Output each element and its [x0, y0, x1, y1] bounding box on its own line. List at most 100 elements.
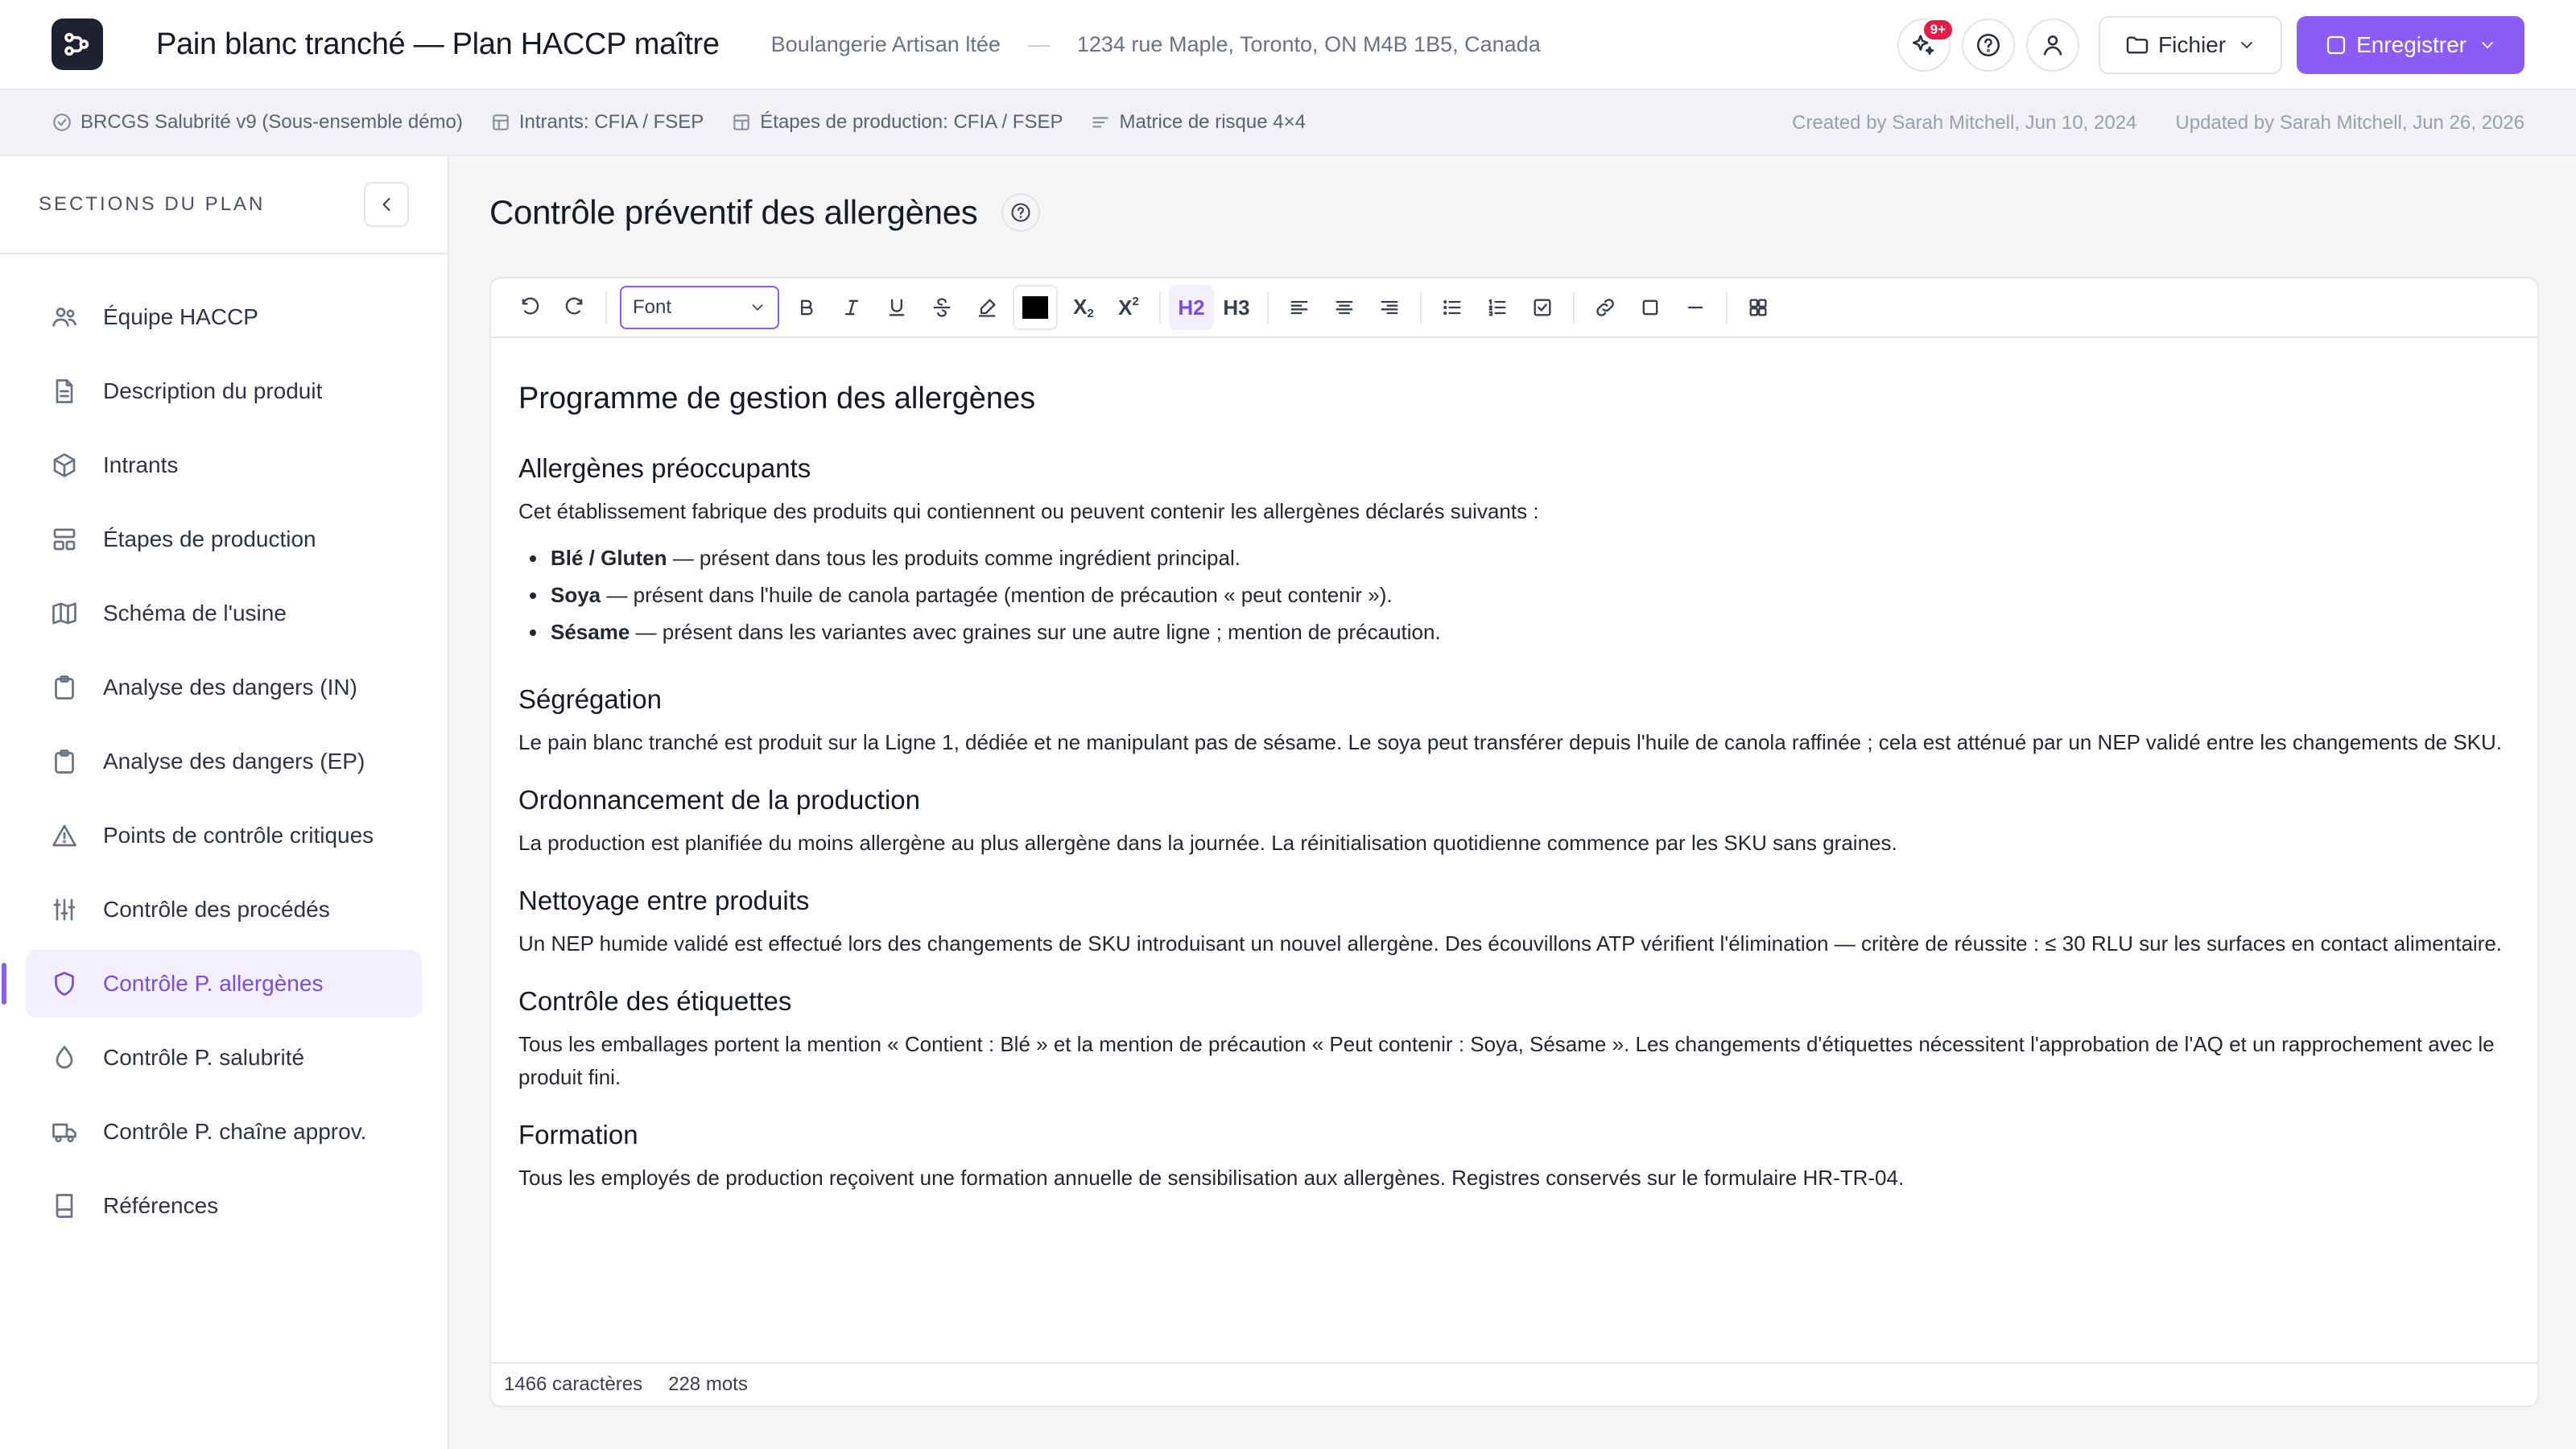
word-count: 228 mots: [668, 1373, 748, 1395]
sidebar-item-etapes-production[interactable]: Étapes de production: [26, 506, 422, 573]
sidebar-item-controle-procedes[interactable]: Contrôle des procédés: [26, 876, 422, 943]
subscript-icon: X2: [1073, 295, 1094, 320]
section-heading-allergenes: Allergènes préoccupants: [518, 453, 811, 483]
ai-assistant-button[interactable]: 9+: [1897, 19, 1955, 72]
plan-sections-sidebar: SECTIONS DU PLAN Équipe HACCP Descriptio…: [0, 156, 449, 1449]
meta-audit: Created by Sarah Mitchell, Jun 10, 2024 …: [1792, 90, 2524, 156]
steps-icon: [53, 528, 76, 551]
align-left-button[interactable]: [1277, 285, 1322, 330]
horizontal-rule-icon: [1687, 306, 1703, 309]
highlight-button[interactable]: [964, 285, 1009, 330]
meta-steps[interactable]: Étapes de production: CFIA / FSEP: [731, 111, 1063, 134]
collapse-sidebar-button[interactable]: [364, 182, 409, 227]
font-select-value: Font: [633, 296, 672, 318]
paragraph-nettoyage: Un NEP humide validé est effectué lors d…: [518, 931, 2503, 956]
sliders-icon: [53, 898, 76, 921]
sidebar-item-label: Contrôle P. allergènes: [103, 971, 324, 996]
numbered-list-icon: [1488, 299, 1506, 316]
section-heading-nettoyage: Nettoyage entre produits: [518, 886, 810, 915]
redo-icon: [565, 297, 583, 315]
sidebar-item-label: Contrôle P. salubrité: [103, 1045, 305, 1070]
sidebar-item-label: Références: [103, 1193, 219, 1218]
sidebar-item-label: Intrants: [103, 452, 179, 477]
help-button[interactable]: [1962, 19, 2016, 72]
heading-2-button[interactable]: H2: [1169, 285, 1214, 330]
sidebar-item-controle-chaine-approv[interactable]: Contrôle P. chaîne approv.: [26, 1098, 422, 1166]
italic-button[interactable]: [829, 285, 874, 330]
sidebar-item-schema-usine[interactable]: Schéma de l'usine: [26, 580, 422, 647]
redo-button[interactable]: [552, 285, 597, 330]
align-center-button[interactable]: [1322, 285, 1367, 330]
shield-icon: [55, 972, 74, 996]
allergen-text: — présent dans les variantes avec graine…: [630, 620, 1441, 644]
link-button[interactable]: [1583, 285, 1628, 330]
sidebar-item-analyse-dangers-in[interactable]: Analyse des dangers (IN): [26, 654, 422, 721]
company-address: 1234 rue Maple, Toronto, ON M4B 1B5, Can…: [1076, 31, 1541, 56]
font-select[interactable]: Font: [620, 286, 779, 329]
sidebar-item-controle-salubrite[interactable]: Contrôle P. salubrité: [26, 1024, 422, 1092]
text-color-swatch: [1022, 296, 1048, 319]
strikethrough-button[interactable]: [919, 285, 964, 330]
grid-icon: [493, 114, 509, 130]
square-icon: [1642, 299, 1658, 316]
app-logo[interactable]: [52, 19, 103, 70]
sidebar-item-label: Contrôle P. chaîne approv.: [103, 1119, 367, 1144]
chevron-down-icon: [2241, 42, 2252, 48]
sidebar-item-label: Analyse des dangers (EP): [103, 749, 365, 774]
box-button[interactable]: [1628, 285, 1673, 330]
sidebar-title: SECTIONS DU PLAN: [39, 193, 266, 215]
save-button[interactable]: Enregistrer: [2297, 16, 2524, 74]
sidebar-item-references[interactable]: Références: [26, 1172, 422, 1240]
lines-icon: [1092, 117, 1109, 128]
text-color-button[interactable]: [1013, 285, 1058, 330]
underline-button[interactable]: [874, 285, 919, 330]
heading-3-button[interactable]: H3: [1214, 285, 1259, 330]
users-icon: [52, 308, 76, 327]
superscript-button[interactable]: X2: [1106, 285, 1151, 330]
subscript-button[interactable]: X2: [1061, 285, 1106, 330]
allergen-text: — présent dans l'huile de canola partagé…: [601, 583, 1393, 607]
checklist-button[interactable]: [1520, 285, 1565, 330]
sidebar-item-analyse-dangers-ep[interactable]: Analyse des dangers (EP): [26, 728, 422, 795]
truck-icon: [52, 1123, 76, 1143]
clipboard-icon: [55, 749, 74, 774]
meta-matrix[interactable]: Matrice de risque 4×4: [1090, 111, 1306, 134]
paragraph-formation: Tous les employés de production reçoiven…: [518, 1166, 1905, 1190]
numbered-list-button[interactable]: [1475, 285, 1520, 330]
allergen-name: Soya: [551, 583, 601, 607]
meta-steps-label: Étapes de production: CFIA / FSEP: [760, 111, 1063, 133]
user-menu-button[interactable]: [2026, 19, 2080, 72]
meta-standard[interactable]: BRCGS Salubrité v9 (Sous-ensemble démo): [52, 111, 463, 134]
created-by: Created by Sarah Mitchell, Jun 10, 2024: [1792, 112, 2137, 134]
warning-icon: [52, 824, 76, 847]
insert-table-button[interactable]: [1736, 285, 1781, 330]
bold-button[interactable]: [784, 285, 829, 330]
sidebar-item-description-produit[interactable]: Description du produit: [26, 357, 422, 425]
section-heading-etiquettes: Contrôle des étiquettes: [518, 986, 792, 1016]
character-count: 1466 caractères: [504, 1373, 643, 1395]
bullet-list-button[interactable]: [1430, 285, 1475, 330]
section-title: Contrôle préventif des allergènes: [489, 193, 978, 231]
list-item: Sésame — présent dans les variantes avec…: [518, 613, 2510, 650]
sidebar-item-points-controle-critiques[interactable]: Points de contrôle critiques: [26, 802, 422, 869]
section-help-button[interactable]: [1001, 193, 1041, 232]
align-right-button[interactable]: [1367, 285, 1412, 330]
sidebar-item-equipe-haccp[interactable]: Équipe HACCP: [26, 283, 422, 351]
meta-inputs[interactable]: Intrants: CFIA / FSEP: [490, 111, 704, 134]
doc-heading: Programme de gestion des allergènes: [518, 382, 1036, 415]
sidebar-item-label: Contrôle des procédés: [103, 897, 330, 922]
toolbar-divider: [605, 291, 607, 324]
header-separator: —: [1027, 31, 1050, 56]
sidebar-item-controle-allergenes[interactable]: Contrôle P. allergènes: [2, 950, 422, 1018]
horizontal-rule-button[interactable]: [1673, 285, 1718, 330]
workflow-icon: [64, 32, 89, 56]
file-menu-button[interactable]: Fichier: [2099, 16, 2283, 74]
company-name: Boulangerie Artisan ltée: [770, 31, 1001, 56]
help-icon: [1011, 203, 1031, 222]
editor-content[interactable]: Programme de gestion des allergènes Alle…: [491, 338, 2537, 1195]
sidebar-item-intrants[interactable]: Intrants: [26, 431, 422, 499]
droplet-icon: [56, 1046, 73, 1069]
undo-button[interactable]: [507, 285, 552, 330]
bold-icon: [801, 299, 813, 316]
toolbar-divider: [1573, 291, 1575, 324]
